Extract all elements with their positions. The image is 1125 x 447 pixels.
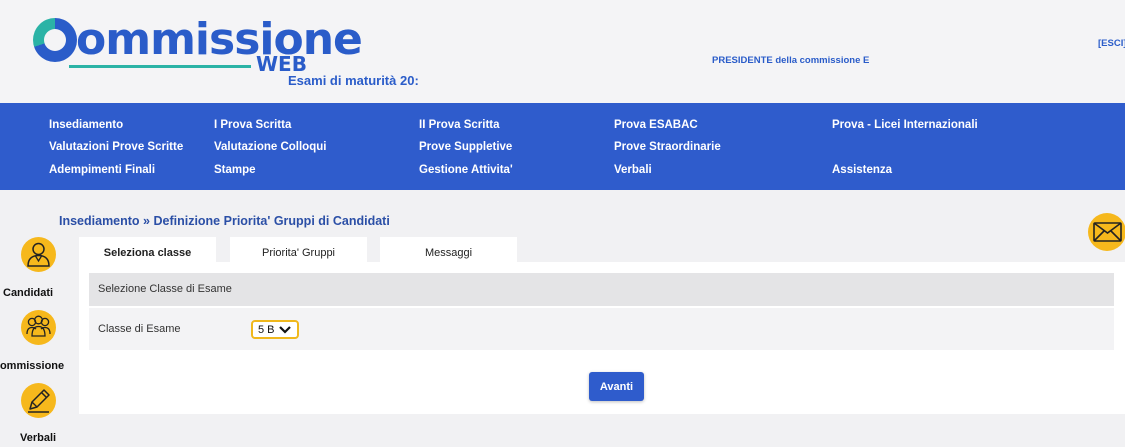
nav-item-gestione-attivita[interactable]: Gestione Attivita' bbox=[419, 164, 513, 176]
nav-item-verbali[interactable]: Verbali bbox=[614, 164, 652, 176]
pencil-icon bbox=[21, 383, 56, 418]
user-role: PRESIDENTE della commissione E bbox=[712, 55, 870, 66]
side-label-verbali: Verbali bbox=[20, 432, 57, 444]
class-field-row: Classe di Esame 5 B bbox=[89, 308, 1114, 350]
next-button[interactable]: Avanti bbox=[589, 372, 644, 401]
chevron-down-icon bbox=[279, 326, 291, 334]
nav-item-stampe[interactable]: Stampe bbox=[214, 164, 256, 176]
section-title: Selezione Classe di Esame bbox=[98, 283, 232, 295]
side-label-candidati: Candidati bbox=[3, 287, 54, 299]
app-subtitle: Esami di maturità 20: bbox=[288, 73, 419, 88]
breadcrumb: Insediamento » Definizione Priorita' Gru… bbox=[59, 214, 390, 228]
nav-item-valutazioni-prove-scritte[interactable]: Valutazioni Prove Scritte bbox=[49, 141, 183, 153]
nav-item-valutazione-colloqui[interactable]: Valutazione Colloqui bbox=[214, 141, 326, 153]
logo-ring-icon bbox=[33, 18, 77, 62]
logout-link[interactable]: [ESCI] bbox=[1098, 38, 1125, 49]
tab-messaggi[interactable]: Messaggi bbox=[380, 237, 517, 262]
group-icon bbox=[21, 310, 56, 345]
nav-item-ii-prova-scritta[interactable]: II Prova Scritta bbox=[419, 119, 500, 131]
side-label-commissione: Commissione bbox=[0, 360, 65, 372]
tab-priorita-gruppi[interactable]: Priorita' Gruppi bbox=[230, 237, 367, 262]
tab-seleziona-classe[interactable]: Seleziona classe bbox=[79, 237, 216, 262]
nav-item-licei-internazionali[interactable]: Prova - Licei Internazionali bbox=[832, 119, 978, 131]
class-select[interactable]: 5 B bbox=[251, 320, 299, 339]
logo-underline bbox=[69, 65, 251, 68]
header: ommissione WEB Esami di maturità 20: PRE… bbox=[0, 0, 1125, 103]
nav-item-insediamento[interactable]: Insediamento bbox=[49, 119, 123, 131]
main-nav: Insediamento I Prova Scritta II Prova Sc… bbox=[0, 103, 1125, 190]
form-panel: Selezione Classe di Esame Classe di Esam… bbox=[79, 262, 1125, 414]
messages-button[interactable] bbox=[1088, 213, 1125, 251]
nav-item-assistenza[interactable]: Assistenza bbox=[832, 164, 892, 176]
nav-item-prove-suppletive[interactable]: Prove Suppletive bbox=[419, 141, 512, 153]
section-header: Selezione Classe di Esame bbox=[89, 273, 1114, 306]
class-select-value: 5 B bbox=[258, 324, 275, 336]
graduate-icon bbox=[21, 237, 56, 272]
logo-text: ommissione bbox=[76, 14, 363, 65]
nav-item-i-prova-scritta[interactable]: I Prova Scritta bbox=[214, 119, 291, 131]
class-field-label: Classe di Esame bbox=[98, 323, 181, 335]
mail-icon bbox=[1093, 222, 1122, 242]
nav-item-prova-esabac[interactable]: Prova ESABAC bbox=[614, 119, 698, 131]
nav-item-prove-straordinarie[interactable]: Prove Straordinarie bbox=[614, 141, 721, 153]
nav-item-adempimenti-finali[interactable]: Adempimenti Finali bbox=[49, 164, 155, 176]
